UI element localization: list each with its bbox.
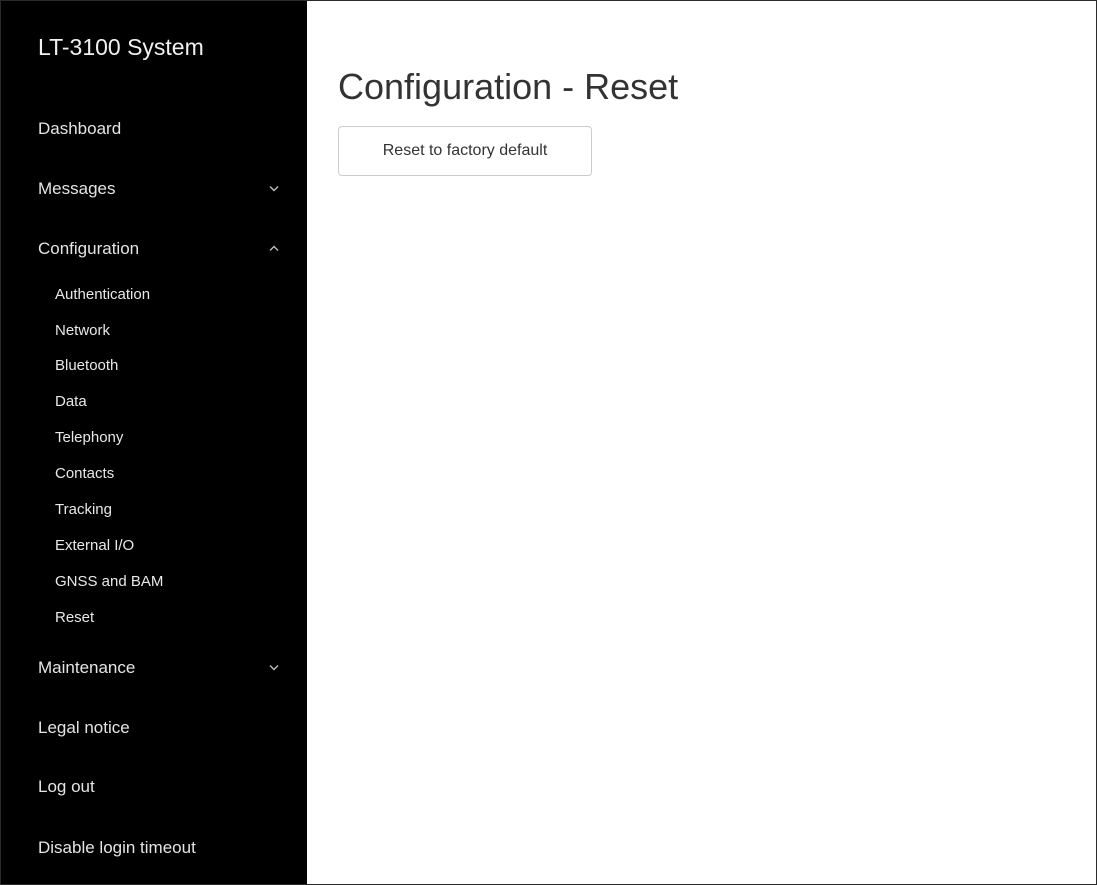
nav-log-out[interactable]: Log out [38, 773, 283, 801]
page-title: Configuration - Reset [338, 66, 679, 107]
chevron-up-icon [269, 235, 283, 263]
subnav-tracking[interactable]: Tracking [55, 499, 112, 521]
nav-dashboard[interactable]: Dashboard [38, 115, 283, 143]
nav-log-out-label: Log out [38, 777, 95, 796]
nav-legal-notice[interactable]: Legal notice [38, 714, 283, 742]
nav-disable-login-timeout[interactable]: Disable login timeout [38, 834, 283, 862]
brand-link[interactable]: LT-3100 System [38, 33, 204, 61]
sidebar: LT-3100 System Dashboard Messages Config… [1, 1, 307, 884]
subnav-bluetooth[interactable]: Bluetooth [55, 355, 118, 377]
nav-disable-login-timeout-label: Disable login timeout [38, 838, 196, 857]
nav-messages[interactable]: Messages [38, 175, 283, 203]
chevron-down-icon [269, 175, 283, 203]
nav-configuration[interactable]: Configuration [38, 235, 283, 263]
nav-maintenance[interactable]: Maintenance [38, 654, 283, 682]
nav-messages-label: Messages [38, 179, 116, 198]
reset-factory-default-button[interactable]: Reset to factory default [338, 126, 592, 176]
app-window: LT-3100 System Dashboard Messages Config… [0, 0, 1097, 885]
subnav-contacts[interactable]: Contacts [55, 463, 114, 485]
chevron-down-icon [269, 654, 283, 682]
subnav-telephony[interactable]: Telephony [55, 427, 123, 449]
subnav-reset[interactable]: Reset [55, 607, 94, 629]
nav-dashboard-label: Dashboard [38, 119, 122, 138]
subnav-authentication[interactable]: Authentication [55, 284, 150, 306]
subnav-external-io[interactable]: External I/O [55, 535, 134, 557]
main-content: Configuration - Reset Reset to factory d… [308, 1, 1096, 884]
subnav-data[interactable]: Data [55, 391, 87, 413]
nav-maintenance-label: Maintenance [38, 658, 136, 677]
nav-configuration-label: Configuration [38, 239, 140, 258]
subnav-network[interactable]: Network [55, 320, 110, 342]
subnav-gnss-and-bam[interactable]: GNSS and BAM [55, 571, 163, 593]
nav-legal-notice-label: Legal notice [38, 718, 130, 737]
